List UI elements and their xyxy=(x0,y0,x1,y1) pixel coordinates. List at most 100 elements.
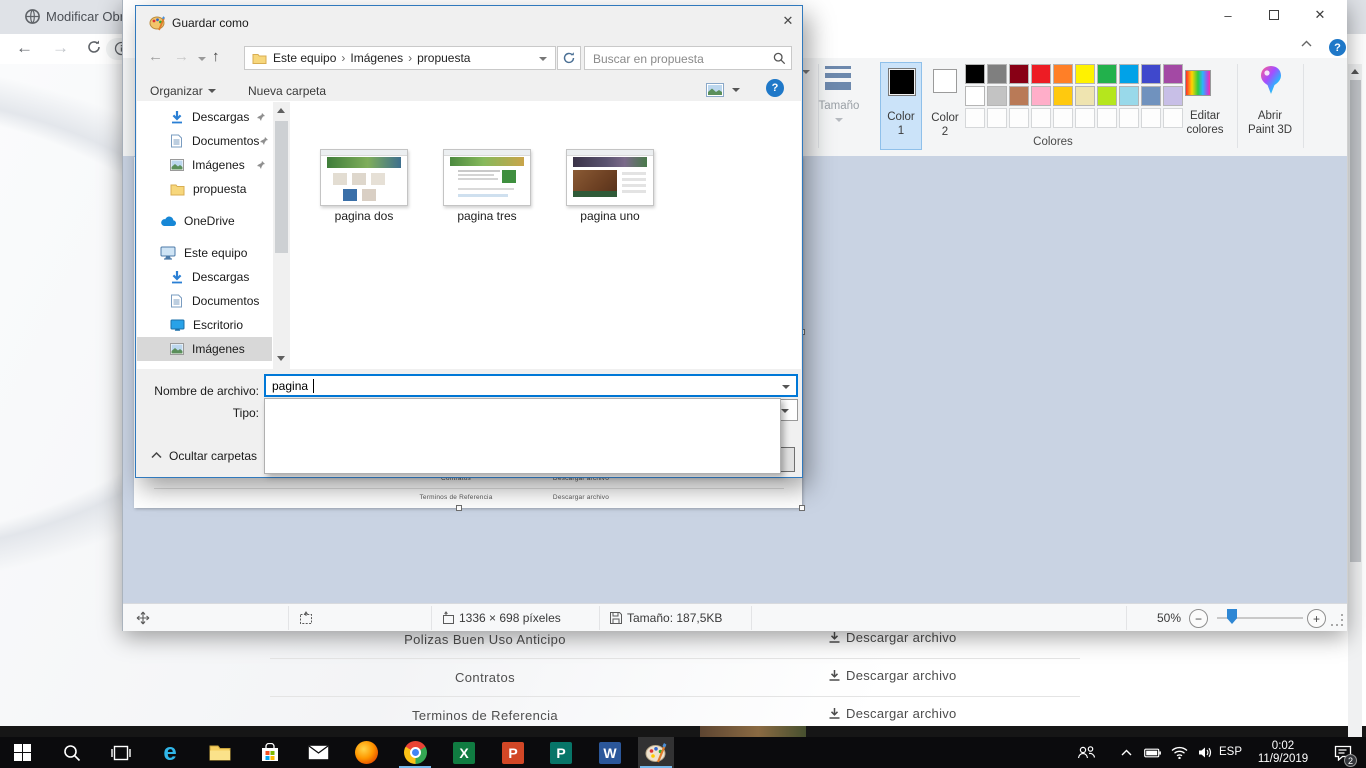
close-button[interactable]: ✕ xyxy=(1303,0,1337,30)
powerpoint-icon[interactable]: P xyxy=(495,737,531,768)
palette-swatch[interactable] xyxy=(987,86,1007,106)
window-resize-grip[interactable] xyxy=(1331,614,1345,628)
breadcrumb-segment[interactable]: Este equipo xyxy=(273,51,336,65)
publisher-icon[interactable]: P xyxy=(543,737,579,768)
palette-swatch[interactable] xyxy=(1119,86,1139,106)
battery-icon[interactable] xyxy=(1138,737,1166,768)
refresh-button[interactable] xyxy=(557,46,581,70)
browser-back-button[interactable]: ← xyxy=(16,38,33,58)
search-icon[interactable] xyxy=(773,52,786,65)
breadcrumb[interactable]: Este equipo › Imágenes › propuesta xyxy=(244,46,556,70)
zoom-out-button[interactable]: − xyxy=(1189,609,1208,628)
palette-empty-cell[interactable] xyxy=(1009,108,1029,128)
scroll-up-arrow[interactable] xyxy=(1351,69,1359,74)
people-icon[interactable] xyxy=(1070,737,1102,768)
language-indicator[interactable]: ESP xyxy=(1219,746,1242,758)
palette-empty-cell[interactable] xyxy=(1119,108,1139,128)
palette-swatch[interactable] xyxy=(1075,86,1095,106)
start-button[interactable] xyxy=(4,737,40,768)
maximize-button[interactable] xyxy=(1257,0,1291,30)
volume-icon[interactable] xyxy=(1191,737,1219,768)
firefox-icon[interactable] xyxy=(348,737,384,768)
page-download-link[interactable]: Descargar archivo xyxy=(828,668,957,683)
sidebar-item-imagenes[interactable]: Imágenes xyxy=(137,153,272,177)
edit-colors-button[interactable]: Editar colores xyxy=(1175,62,1235,152)
palette-empty-cell[interactable] xyxy=(1031,108,1051,128)
organize-button[interactable]: Organizar xyxy=(150,84,216,98)
taskbar-search-button[interactable] xyxy=(54,737,90,768)
palette-swatch[interactable] xyxy=(987,64,1007,84)
scrollbar-thumb[interactable] xyxy=(1350,80,1361,562)
sidebar-item-imagenes-2[interactable]: Imágenes xyxy=(137,337,272,361)
excel-icon[interactable]: X xyxy=(446,737,482,768)
sidebar-scrollbar[interactable] xyxy=(273,102,290,369)
sidebar-item-documentos[interactable]: Documentos xyxy=(137,129,272,153)
palette-empty-cell[interactable] xyxy=(1141,108,1161,128)
palette-empty-cell[interactable] xyxy=(1075,108,1095,128)
page-download-link[interactable]: Descargar archivo xyxy=(828,630,957,645)
wifi-icon[interactable] xyxy=(1165,737,1193,768)
palette-empty-cell[interactable] xyxy=(987,108,1007,128)
zoom-slider-thumb[interactable] xyxy=(1227,609,1237,624)
sidebar-item-escritorio[interactable]: Escritorio xyxy=(137,313,272,337)
tray-expand-icon[interactable] xyxy=(1112,737,1140,768)
dialog-help-icon[interactable]: ? xyxy=(766,79,784,97)
palette-swatch[interactable] xyxy=(1031,64,1051,84)
canvas-resize-handle-bottom[interactable] xyxy=(456,505,462,511)
sidebar-item-descargas[interactable]: Descargas xyxy=(137,105,272,129)
help-icon[interactable]: ? xyxy=(1329,39,1346,56)
browser-forward-button[interactable]: → xyxy=(52,38,69,58)
search-input[interactable]: Buscar en propuesta xyxy=(584,46,792,70)
chrome-icon[interactable] xyxy=(397,737,433,768)
filetype-dropdown-icon[interactable] xyxy=(781,409,789,413)
palette-swatch[interactable] xyxy=(1053,86,1073,106)
palette-swatch[interactable] xyxy=(1009,64,1029,84)
scrollbar-thumb[interactable] xyxy=(275,121,288,253)
sidebar-item-descargas-2[interactable]: Descargas xyxy=(137,265,272,289)
hide-folders-button[interactable]: Ocultar carpetas xyxy=(169,449,257,463)
palette-swatch[interactable] xyxy=(1119,64,1139,84)
filename-dropdown-icon[interactable] xyxy=(782,385,790,389)
breadcrumb-segment[interactable]: Imágenes xyxy=(350,51,403,65)
sidebar-item-documentos-2[interactable]: Documentos xyxy=(137,289,272,313)
palette-swatch[interactable] xyxy=(1097,64,1117,84)
palette-swatch[interactable] xyxy=(1097,86,1117,106)
breadcrumb-dropdown-icon[interactable] xyxy=(539,57,547,61)
canvas-resize-handle-corner[interactable] xyxy=(799,505,805,511)
palette-swatch[interactable] xyxy=(1031,86,1051,106)
task-view-button[interactable] xyxy=(103,737,139,768)
file-thumbnail-pagina-dos[interactable] xyxy=(320,149,408,206)
sidebar-item-propuesta[interactable]: propuesta xyxy=(137,177,272,201)
dialog-forward-button[interactable]: → xyxy=(174,48,189,65)
paint-taskbar-icon[interactable] xyxy=(638,737,674,768)
palette-empty-cell[interactable] xyxy=(1097,108,1117,128)
open-paint3d-button[interactable]: Abrir Paint 3D xyxy=(1241,62,1299,152)
recent-locations-icon[interactable] xyxy=(198,57,206,61)
cancel-button-edge[interactable] xyxy=(779,447,795,472)
color1-button[interactable]: Color 1 xyxy=(880,62,922,150)
palette-swatch[interactable] xyxy=(1053,64,1073,84)
color2-button[interactable]: Color 2 xyxy=(926,62,964,150)
sidebar-item-onedrive[interactable]: OneDrive xyxy=(137,209,272,233)
palette-swatch[interactable] xyxy=(1141,86,1161,106)
dialog-close-button[interactable]: ✕ xyxy=(774,6,802,36)
browser-reload-button[interactable] xyxy=(86,39,102,55)
palette-swatch[interactable] xyxy=(1009,86,1029,106)
word-icon[interactable]: W xyxy=(592,737,628,768)
palette-swatch[interactable] xyxy=(965,64,985,84)
palette-swatch[interactable] xyxy=(965,86,985,106)
zoom-in-button[interactable]: + xyxy=(1307,609,1326,628)
palette-swatch[interactable] xyxy=(1141,64,1161,84)
chevron-up-icon[interactable] xyxy=(151,451,162,459)
filename-input[interactable]: pagina xyxy=(264,374,798,397)
clock[interactable]: 0:02 11/9/2019 xyxy=(1248,740,1318,766)
sidebar-item-este-equipo[interactable]: Este equipo xyxy=(137,241,272,265)
views-button[interactable] xyxy=(706,83,740,97)
minimize-button[interactable]: – xyxy=(1211,0,1245,30)
dialog-up-button[interactable]: ↑ xyxy=(212,48,220,65)
edge-icon[interactable]: e xyxy=(152,737,188,768)
dialog-back-button[interactable]: ← xyxy=(148,48,163,65)
collapse-ribbon-icon[interactable] xyxy=(1301,40,1312,47)
scroll-down-arrow[interactable] xyxy=(277,356,285,361)
file-thumbnail-pagina-tres[interactable] xyxy=(443,149,531,206)
